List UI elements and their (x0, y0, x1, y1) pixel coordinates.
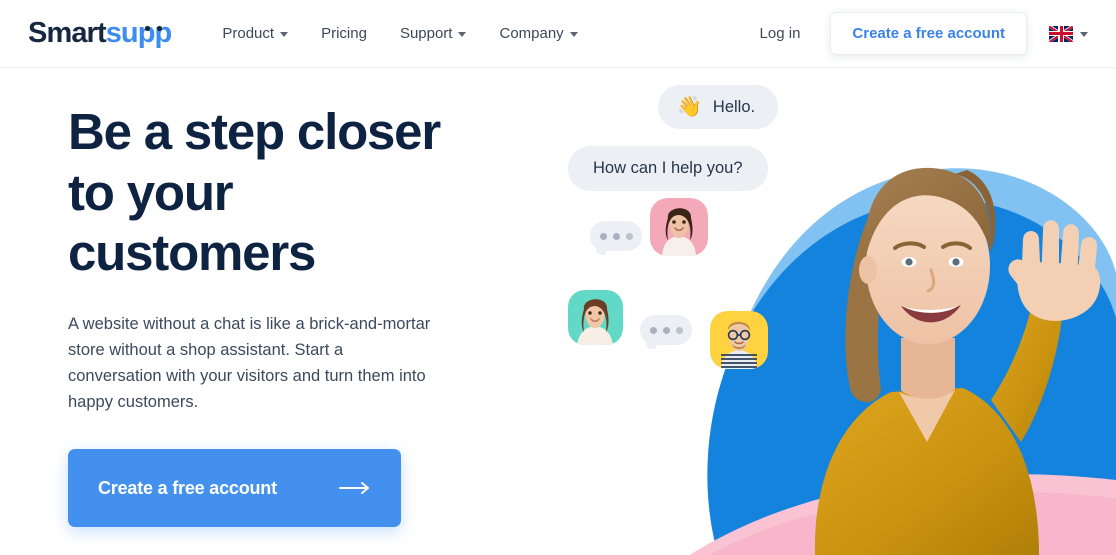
main-navigation: Product Pricing Support Company (207, 17, 592, 50)
hero-artwork: 👋 Hello. How can I help you? (540, 68, 1116, 555)
login-link[interactable]: Log in (746, 17, 815, 50)
logo-eyes-icon (144, 26, 168, 34)
arrow-right-icon (339, 482, 369, 495)
language-selector[interactable] (1049, 25, 1088, 42)
chevron-down-icon (280, 32, 289, 37)
page-title: Be a step closer to your customers (68, 102, 538, 284)
hero-subtitle: A website without a chat is like a brick… (68, 315, 431, 412)
avatar-woman-teal (568, 290, 623, 345)
landing-page: Smart supp Product Pricing Support Compa… (0, 0, 1116, 555)
uk-flag-icon (1049, 25, 1073, 42)
logo-text-smart: Smart (28, 17, 107, 49)
nav-label-product: Product (222, 25, 275, 42)
hero-title-line-2: to your (68, 163, 234, 221)
site-header: Smart supp Product Pricing Support Compa… (0, 0, 1116, 68)
waving-hand-icon: 👋 (677, 96, 702, 118)
avatar-man-yellow (710, 311, 768, 369)
typing-indicator-2 (640, 315, 692, 345)
chat-bubble-hello-text: Hello. (712, 97, 756, 116)
hero-title-line-3: customers (68, 224, 316, 282)
waving-woman-photo (814, 167, 1101, 555)
nav-item-support[interactable]: Support (385, 17, 482, 50)
avatar-woman-pink (650, 198, 708, 256)
hero-section: 👋 Hello. How can I help you? Be a step c… (0, 68, 1116, 555)
hero-copy: Be a step closer to your customers A web… (68, 102, 538, 528)
chat-bubble-help: How can I help you? (568, 146, 768, 191)
nav-item-product[interactable]: Product (207, 17, 303, 50)
nav-label-company: Company (499, 25, 564, 42)
logo-text-supp: supp (106, 19, 173, 48)
nav-item-pricing[interactable]: Pricing (306, 17, 382, 50)
hero-cta-label: Create a free account (98, 477, 277, 498)
chat-bubble-hello: 👋 Hello. (658, 85, 779, 129)
chat-bubble-help-text: How can I help you? (593, 159, 743, 177)
chevron-down-icon (569, 32, 578, 37)
header-actions: Log in Create a free account (746, 12, 1088, 55)
nav-item-company[interactable]: Company (484, 17, 592, 50)
header-create-account-button[interactable]: Create a free account (830, 12, 1027, 55)
hero-title-line-1: Be a step closer (68, 103, 441, 160)
typing-indicator-1 (590, 221, 642, 251)
nav-label-pricing: Pricing (321, 25, 367, 42)
nav-label-support: Support (399, 25, 453, 42)
hero-create-account-button[interactable]: Create a free account (68, 449, 401, 528)
chevron-down-icon (458, 32, 467, 37)
chevron-down-icon (1080, 32, 1088, 37)
smartsupp-logo[interactable]: Smart supp (28, 17, 173, 49)
